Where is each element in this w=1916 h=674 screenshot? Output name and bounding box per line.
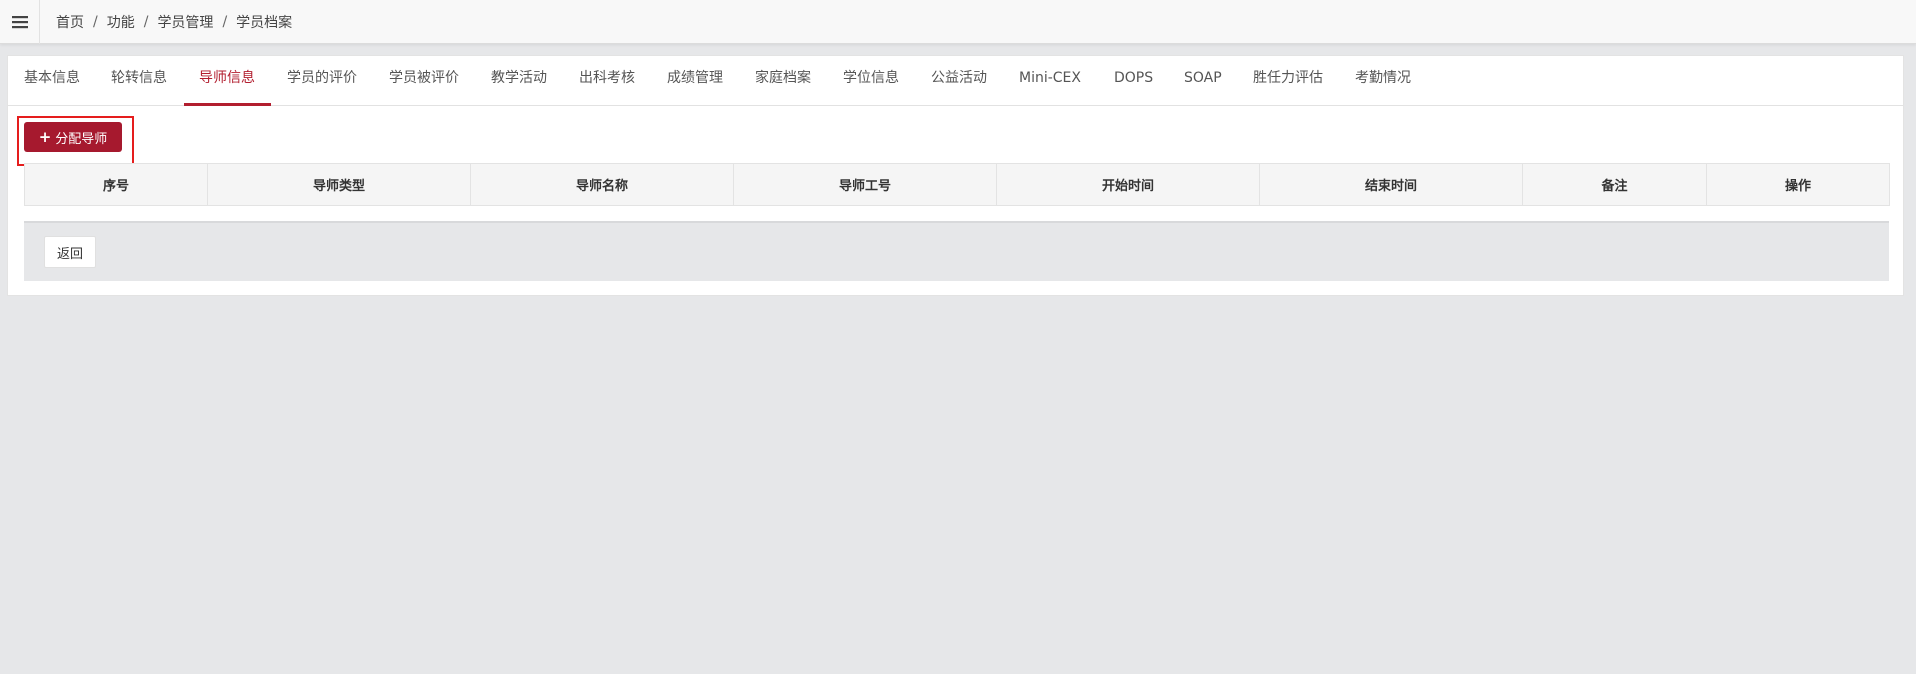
breadcrumb-separator: / xyxy=(93,14,98,30)
tab-family-archive[interactable]: 家庭档案 xyxy=(755,56,811,106)
tab-teaching-activities[interactable]: 教学活动 xyxy=(491,56,547,106)
tab-rotation-info[interactable]: 轮转信息 xyxy=(111,56,167,106)
form-footer: 返回 xyxy=(24,221,1889,281)
table-header-row: 序号 导师类型 导师名称 导师工号 开始时间 结束时间 备注 操作 xyxy=(24,163,1890,206)
back-button[interactable]: 返回 xyxy=(44,236,96,268)
plus-icon: + xyxy=(38,128,52,146)
tab-attendance[interactable]: 考勤情况 xyxy=(1355,56,1411,106)
column-header-mentor-name: 导师名称 xyxy=(470,163,734,206)
breadcrumb-separator: / xyxy=(222,14,228,30)
top-navbar: 首页 / 功能 / 学员管理 / 学员档案 xyxy=(0,0,1916,44)
breadcrumb: 首页 / 功能 / 学员管理 / 学员档案 xyxy=(56,0,292,44)
assign-mentor-button[interactable]: + 分配导师 xyxy=(24,122,122,152)
tab-department-exam[interactable]: 出科考核 xyxy=(579,56,635,106)
tab-mentor-info[interactable]: 导师信息 xyxy=(199,56,255,106)
tab-bar: 基本信息 轮转信息 导师信息 学员的评价 学员被评价 教学活动 出科考核 成绩管… xyxy=(8,56,1903,106)
column-header-start-time: 开始时间 xyxy=(996,163,1260,206)
content-card: 基本信息 轮转信息 导师信息 学员的评价 学员被评价 教学活动 出科考核 成绩管… xyxy=(7,55,1904,296)
tab-public-welfare[interactable]: 公益活动 xyxy=(931,56,987,106)
breadcrumb-home[interactable]: 首页 xyxy=(56,12,84,32)
mentor-table: 序号 导师类型 导师名称 导师工号 开始时间 结束时间 备注 操作 xyxy=(24,163,1890,206)
hamburger-menu-icon[interactable] xyxy=(0,0,40,44)
tab-student-evaluated[interactable]: 学员被评价 xyxy=(389,56,459,106)
tab-degree-info[interactable]: 学位信息 xyxy=(843,56,899,106)
column-header-end-time: 结束时间 xyxy=(1259,163,1523,206)
tab-mini-cex[interactable]: Mini-CEX xyxy=(1019,56,1081,106)
tab-student-evaluations[interactable]: 学员的评价 xyxy=(287,56,357,106)
tab-dops[interactable]: DOPS xyxy=(1114,56,1153,106)
column-header-mentor-type: 导师类型 xyxy=(207,163,471,206)
column-header-mentor-id: 导师工号 xyxy=(733,163,997,206)
breadcrumb-separator: / xyxy=(143,14,149,30)
tab-competency-assessment[interactable]: 胜任力评估 xyxy=(1253,56,1323,106)
assign-mentor-label: 分配导师 xyxy=(55,131,108,147)
column-header-index: 序号 xyxy=(24,163,208,206)
column-header-actions: 操作 xyxy=(1706,163,1890,206)
breadcrumb-function[interactable]: 功能 xyxy=(107,12,135,32)
active-tab-indicator xyxy=(184,103,271,106)
column-header-remarks: 备注 xyxy=(1522,163,1707,206)
breadcrumb-student-management[interactable]: 学员管理 xyxy=(157,12,213,32)
tab-grade-management[interactable]: 成绩管理 xyxy=(667,56,723,106)
breadcrumb-student-archive: 学员档案 xyxy=(236,15,293,31)
tab-soap[interactable]: SOAP xyxy=(1184,56,1222,106)
tab-basic-info[interactable]: 基本信息 xyxy=(24,56,80,106)
